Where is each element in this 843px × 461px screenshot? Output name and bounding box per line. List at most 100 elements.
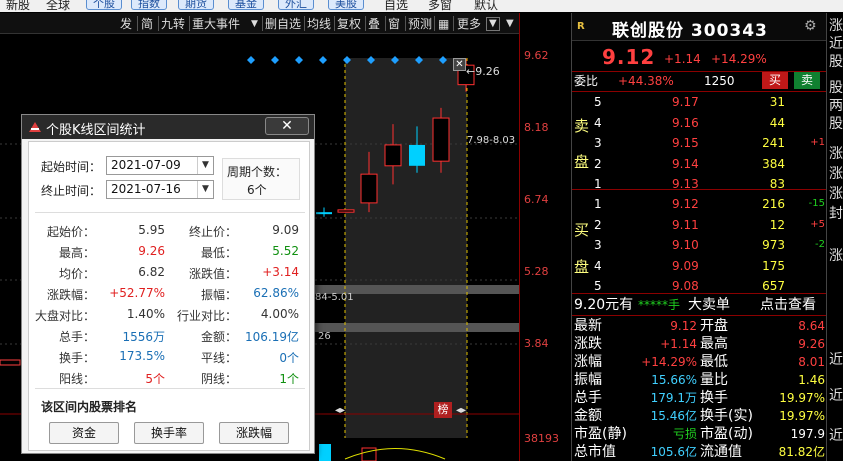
big-order-row[interactable]: 9.20元有 *****手 大卖单 点击查看 [572, 296, 827, 314]
event-diamond-icon[interactable] [319, 56, 327, 64]
chevron-down-icon[interactable]: ▼ [197, 181, 213, 198]
grid-icon[interactable]: ▦ [438, 16, 449, 32]
menu-tab-us-stocks[interactable]: 美股 [328, 0, 364, 10]
menu-item-global[interactable]: 全球 [46, 0, 70, 12]
menu-tab-futures[interactable]: 期货 [178, 0, 214, 10]
menu-item-multi-window[interactable]: 多窗 [428, 0, 452, 12]
menu-tab-funds[interactable]: 基金 [228, 0, 264, 10]
end-date-label: 终止时间： [41, 184, 102, 198]
candle-body[interactable] [384, 144, 402, 167]
interval-stats-dialog: 个股K线区间统计 ✕ 起始时间： 2021-07-09 ▼ 终止时间： 2021… [21, 114, 315, 454]
volume: 973 [762, 238, 785, 252]
chevron-down-icon[interactable]: ▼ [197, 157, 213, 174]
close-icon[interactable]: ✕ [453, 58, 466, 71]
period-value: 6个 [247, 183, 267, 197]
volume: 241 [762, 136, 785, 150]
interval-stat-label: 起始价： [46, 225, 95, 239]
stat-value: 19.97% [779, 409, 825, 423]
y-axis-label: 6.74 [524, 193, 549, 206]
stat-label: 开盘 [700, 318, 728, 334]
weibi-count: 1250 [704, 74, 735, 88]
edge-char: 股 [829, 80, 843, 96]
sell-button[interactable]: 卖 [794, 72, 820, 89]
event-diamond-icon[interactable] [295, 56, 303, 64]
menu-tab-index[interactable]: 指数 [131, 0, 167, 10]
level: 3 [594, 136, 602, 150]
toolbar-fa-button[interactable]: 发 [120, 16, 132, 32]
menu-tab-stock[interactable]: 个股 [86, 0, 122, 10]
volume-band [315, 323, 519, 332]
toolbar-nine-turns-button[interactable]: 九转 [161, 16, 185, 32]
menu-item-default[interactable]: 默认 [474, 0, 498, 12]
candle-body[interactable] [432, 117, 450, 162]
bid-row[interactable]: 4 9.09 175 [572, 257, 827, 275]
toolbar-delete-watchlist-button[interactable]: 删自选 [265, 16, 301, 32]
toolbar-jian-button[interactable]: 简 [141, 16, 153, 32]
candle-body[interactable] [337, 209, 355, 213]
stat-label: 总市值 [574, 444, 616, 460]
volume-delta: +1 [810, 137, 825, 148]
ask-row[interactable]: 5 9.17 31 [572, 93, 827, 111]
candle-body[interactable] [409, 144, 425, 166]
menu-item-new-stock[interactable]: 新股 [6, 0, 30, 12]
toolbar-window-button[interactable]: 窗 [388, 16, 400, 32]
buy-button[interactable]: 买 [762, 72, 788, 89]
ask-row[interactable]: 3 9.15 241 +1 [572, 134, 827, 152]
rank-by-turnover-button[interactable]: 换手率 [134, 422, 204, 444]
start-date-picker[interactable]: 2021-07-09 ▼ [106, 156, 214, 175]
interval-start-handle[interactable]: ◂▸ [335, 405, 345, 416]
ranking-marker[interactable]: 榜 [434, 402, 452, 418]
stat-value: 9.26 [798, 337, 825, 351]
price: 9.13 [672, 177, 699, 191]
rank-by-funds-button[interactable]: 资金 [49, 422, 119, 444]
level: 5 [594, 95, 602, 109]
gear-icon[interactable]: ⚙ [804, 18, 817, 34]
ask-row[interactable]: 1 9.13 83 [572, 175, 827, 193]
edge-char: 两 [829, 98, 843, 114]
end-date-picker[interactable]: 2021-07-16 ▼ [106, 180, 214, 199]
ask-row[interactable]: 2 9.14 384 [572, 155, 827, 173]
price: 9.16 [672, 115, 699, 130]
chevron-down-icon[interactable]: ▼ [506, 16, 514, 32]
chevron-down-icon[interactable]: ▼ [486, 17, 500, 31]
chevron-down-icon[interactable]: ▼ [251, 16, 258, 32]
price-axis: 9.62 8.18 6.74 5.28 3.84 38193 [519, 13, 571, 461]
stat-label: 最高 [700, 336, 728, 352]
dialog-title-bar[interactable]: 个股K线区间统计 ✕ [22, 115, 314, 139]
stat-row: 涨跌 +1.14 最高 9.26 [572, 335, 827, 353]
close-icon[interactable]: ✕ [265, 117, 309, 135]
divider [572, 91, 827, 92]
menu-item-custom[interactable]: 自选 [384, 0, 408, 12]
big-order-view-link[interactable]: 点击查看 [760, 296, 816, 314]
toolbar-separator [137, 16, 138, 31]
candle-body[interactable] [316, 212, 332, 215]
start-date-label: 起始时间： [41, 160, 102, 174]
toolbar-more-button[interactable]: 更多 [457, 16, 481, 32]
stat-value: 105.6亿 [650, 445, 697, 459]
event-diamond-icon[interactable] [271, 56, 279, 64]
edge-char: 近 [829, 36, 843, 52]
period-count-box: 周期个数： 6个 [222, 158, 300, 200]
toolbar-overlay-button[interactable]: 叠 [368, 16, 380, 32]
bid-row[interactable]: 1 9.12 216 -15 [572, 195, 827, 213]
menu-tab-forex[interactable]: 外汇 [278, 0, 314, 10]
toolbar-adjust-button[interactable]: 复权 [337, 16, 361, 32]
event-diamond-icon[interactable] [247, 56, 255, 64]
interval-stat-label: 均价： [58, 267, 95, 281]
stat-value: 9.12 [670, 319, 697, 333]
toolbar-ma-button[interactable]: 均线 [307, 16, 331, 32]
rank-by-change-button[interactable]: 涨跌幅 [219, 422, 289, 444]
interval-stat-label: 平线： [200, 351, 237, 365]
y-axis-label: 9.62 [524, 49, 549, 62]
bid-row[interactable]: 2 9.11 12 +5 [572, 216, 827, 234]
stat-label: 最新 [574, 318, 602, 334]
quote-panel: R 联创股份 300343 ⚙ 9.12 +1.14 +14.29% 委比 +4… [571, 13, 827, 461]
interval-stat-value: 9.09 [272, 223, 299, 237]
interval-end-handle[interactable]: ◂▸ [456, 405, 466, 416]
toolbar-major-events-button[interactable]: 重大事件 [192, 16, 240, 32]
volume: 83 [769, 177, 785, 191]
bid-row[interactable]: 3 9.10 973 -2 [572, 236, 827, 254]
candle-body[interactable] [360, 173, 378, 204]
toolbar-forecast-button[interactable]: 预测 [408, 16, 432, 32]
ask-row[interactable]: 4 9.16 44 [572, 114, 827, 132]
